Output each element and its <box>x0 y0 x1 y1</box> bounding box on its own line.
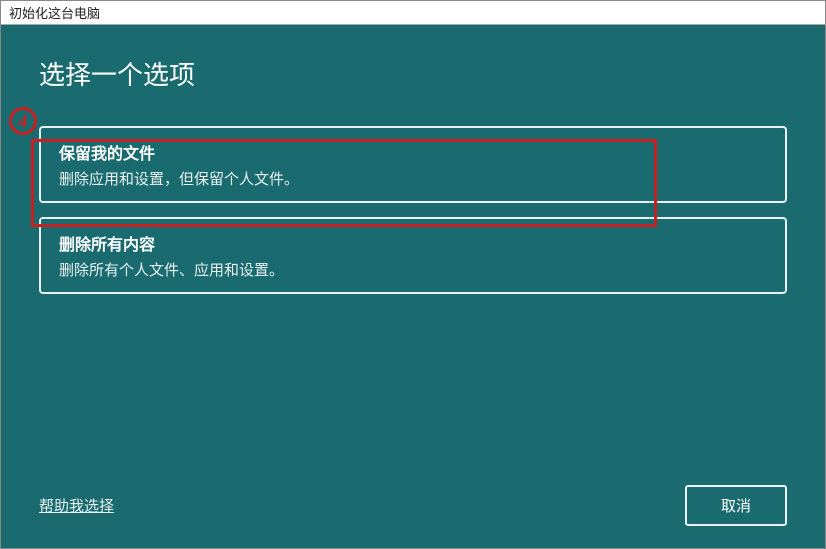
option-description: 删除所有个人文件、应用和设置。 <box>59 259 767 280</box>
option-title: 保留我的文件 <box>59 140 767 164</box>
annotation-number: 4 <box>19 111 28 132</box>
footer: 帮助我选择 取消 <box>39 485 787 526</box>
cancel-button[interactable]: 取消 <box>685 485 787 526</box>
options-list: 保留我的文件 删除应用和设置，但保留个人文件。 删除所有内容 删除所有个人文件、… <box>39 126 787 294</box>
option-remove-everything[interactable]: 删除所有内容 删除所有个人文件、应用和设置。 <box>39 217 787 294</box>
help-me-choose-link[interactable]: 帮助我选择 <box>39 495 114 516</box>
option-description: 删除应用和设置，但保留个人文件。 <box>59 168 767 189</box>
window-title: 初始化这台电脑 <box>9 3 100 22</box>
page-heading: 选择一个选项 <box>39 55 787 92</box>
option-keep-files[interactable]: 保留我的文件 删除应用和设置，但保留个人文件。 <box>39 126 787 203</box>
option-title: 删除所有内容 <box>59 231 767 255</box>
annotation-circle-4: 4 <box>9 107 37 135</box>
window-titlebar: 初始化这台电脑 <box>1 1 825 25</box>
reset-pc-window: 初始化这台电脑 4 选择一个选项 保留我的文件 删除应用和设置，但保留个人文件。… <box>0 0 826 549</box>
window-content: 4 选择一个选项 保留我的文件 删除应用和设置，但保留个人文件。 删除所有内容 … <box>1 25 825 548</box>
